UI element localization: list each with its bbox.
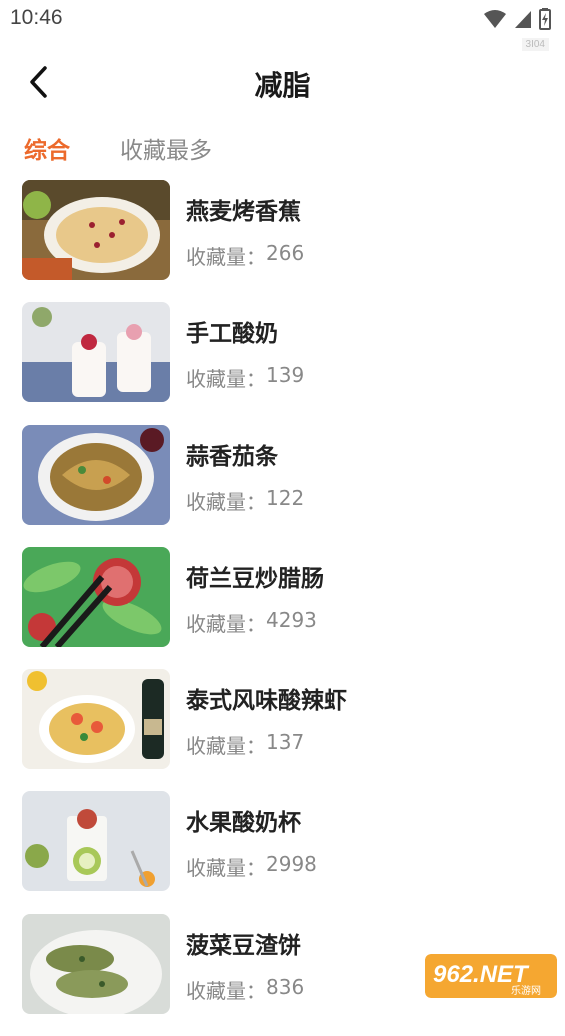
status-icons [483, 8, 551, 30]
recipe-thumbnail [22, 302, 170, 402]
list-item[interactable]: 泰式风味酸辣虾 收藏量：137 [0, 669, 565, 769]
svg-text:乐游网: 乐游网 [511, 984, 541, 997]
favorite-count-label: 收藏量： [186, 608, 266, 637]
recipe-thumbnail [22, 914, 170, 1014]
favorite-count-value: 266 [266, 241, 304, 270]
svg-text:962.NET: 962.NET [433, 961, 530, 988]
favorite-count: 收藏量：836 [186, 975, 304, 1004]
list-item[interactable]: 手工酸奶 收藏量：139 [0, 302, 565, 402]
favorite-count-label: 收藏量： [186, 852, 266, 881]
favorite-count: 收藏量：4293 [186, 608, 317, 637]
site-logo: 962.NET 乐游网 [425, 954, 557, 998]
favorite-count-label: 收藏量： [186, 363, 266, 392]
recipe-title: 泰式风味酸辣虾 [186, 681, 347, 715]
list-item[interactable]: 蒜香茄条 收藏量：122 [0, 425, 565, 525]
recipe-title: 水果酸奶杯 [186, 803, 301, 837]
favorite-count: 收藏量：139 [186, 363, 304, 392]
favorite-count-label: 收藏量： [186, 241, 266, 270]
favorite-count: 收藏量：137 [186, 730, 304, 759]
list-item[interactable]: 水果酸奶杯 收藏量：2998 [0, 791, 565, 891]
recipe-title: 菠菜豆渣饼 [186, 926, 301, 960]
favorite-count: 收藏量：266 [186, 241, 304, 270]
favorite-count: 收藏量：122 [186, 486, 304, 515]
favorite-count: 收藏量：2998 [186, 852, 317, 881]
favorite-count-value: 139 [266, 363, 304, 392]
status-time: 10:46 [10, 6, 63, 30]
recipe-thumbnail [22, 425, 170, 525]
recipe-thumbnail [22, 180, 170, 280]
favorite-count-value: 4293 [266, 608, 317, 637]
favorite-count-label: 收藏量： [186, 730, 266, 759]
recipe-thumbnail [22, 547, 170, 647]
wifi-icon [483, 9, 507, 29]
recipe-thumbnail [22, 791, 170, 891]
recipe-title: 手工酸奶 [186, 314, 278, 348]
recipe-title: 荷兰豆炒腊肠 [186, 559, 324, 593]
favorite-count-label: 收藏量： [186, 486, 266, 515]
favorite-count-value: 137 [266, 730, 304, 759]
favorite-count-value: 122 [266, 486, 304, 515]
list-item[interactable]: 燕麦烤香蕉 收藏量：266 [0, 180, 565, 280]
favorite-count-value: 836 [266, 975, 304, 1004]
battery-icon [539, 8, 551, 30]
list-item[interactable]: 荷兰豆炒腊肠 收藏量：4293 [0, 547, 565, 647]
page-title: 减脂 [0, 64, 565, 104]
recipe-thumbnail [22, 669, 170, 769]
tab-bar: 综合 收藏最多 [24, 130, 212, 166]
recipe-title: 燕麦烤香蕉 [186, 192, 301, 226]
recipe-list: 燕麦烤香蕉 收藏量：266 手工酸奶 收藏量：139 [0, 180, 565, 1036]
signal-icon [513, 9, 533, 29]
favorite-count-value: 2998 [266, 852, 317, 881]
tab-comprehensive[interactable]: 综合 [24, 131, 70, 165]
tab-most-favorited[interactable]: 收藏最多 [120, 131, 212, 165]
status-bar: 10:46 3I04 [0, 0, 565, 40]
top-bar: 减脂 [0, 50, 565, 116]
favorite-count-label: 收藏量： [186, 975, 266, 1004]
recipe-title: 蒜香茄条 [186, 437, 278, 471]
